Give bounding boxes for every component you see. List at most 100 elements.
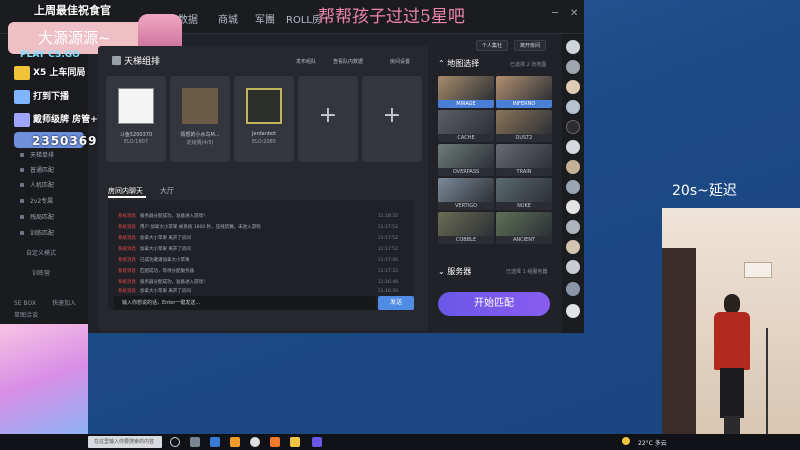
person-coat: [714, 312, 750, 370]
taskbar-app-icon[interactable]: [230, 437, 240, 447]
map-preview-image: [438, 212, 494, 236]
map-tile-ancient[interactable]: ANCIENT: [496, 212, 552, 244]
folder-icon[interactable]: [290, 437, 300, 447]
award-text: 打到下播: [33, 92, 70, 102]
friend-avatar[interactable]: [566, 260, 580, 274]
sidebar-dot-icon: [20, 199, 24, 203]
sidebar-item-normal[interactable]: 普通匹配: [0, 163, 88, 178]
map-tile-inferno[interactable]: INFERNO: [496, 76, 552, 108]
sidebar-item-training[interactable]: 训练匹配: [0, 226, 88, 241]
map-preview-image: [438, 76, 494, 100]
friend-avatar[interactable]: [566, 140, 580, 154]
friend-avatar[interactable]: [566, 180, 580, 194]
tab-room-chat[interactable]: 房间内聊天: [108, 186, 143, 196]
friend-avatar[interactable]: [566, 120, 580, 134]
map-preview-image: [496, 178, 552, 202]
tab-underline: [108, 196, 146, 198]
personal-club-button[interactable]: 个人集社: [476, 40, 509, 51]
start-match-button[interactable]: 开始匹配: [438, 292, 550, 316]
lobby-title-text: 天梯组排: [124, 57, 161, 67]
steam-icon[interactable]: [210, 437, 220, 447]
player-slot-3[interactable]: Jerdanbot ELO:2085: [234, 76, 294, 162]
map-preview-image: [496, 110, 552, 134]
sidebar-item-bot[interactable]: 人机匹配: [0, 178, 88, 193]
award-text: 戴师级牌 房管+微: [33, 115, 107, 125]
taskbar-weather: 22°C 多云: [638, 440, 667, 447]
map-label: VERTIGO: [438, 202, 494, 210]
chat-sys-tag: 系统消息: [118, 269, 136, 274]
chat-text: 已成功邀请加拿大小苹果: [140, 258, 190, 263]
sidebar-item-camp[interactable]: 训练营: [0, 268, 88, 280]
nav-item-army[interactable]: 军團: [255, 11, 275, 26]
map-select-title-text: 地图选择: [447, 59, 480, 68]
chat-message: 系统消息 加拿大小苹果 离开了房间 11:17:52: [118, 245, 408, 255]
friend-avatar[interactable]: [566, 80, 580, 94]
friend-avatar[interactable]: [566, 220, 580, 234]
sidebar-item-label: 2v2专属: [30, 198, 54, 205]
chat-message: 系统消息 匹配成功，等待分配服务器 11:17:33: [118, 267, 408, 277]
friend-avatar[interactable]: [566, 304, 580, 318]
empty-slot-5[interactable]: +: [362, 76, 422, 162]
sidebar-sketch[interactable]: 草图洽谈: [0, 310, 88, 322]
tab-lobby[interactable]: 大厅: [160, 186, 174, 196]
map-tile-cobble[interactable]: COBBLE: [438, 212, 494, 244]
map-label: CACHE: [438, 134, 494, 142]
task-view-icon[interactable]: [170, 437, 180, 447]
nav-item-mall[interactable]: 商城: [218, 11, 238, 26]
browser-icon[interactable]: [250, 437, 260, 447]
close-icon[interactable]: ✕: [570, 8, 578, 19]
taskbar-app-icon[interactable]: [190, 437, 200, 447]
friend-avatar[interactable]: [566, 200, 580, 214]
map-tile-train[interactable]: TRAIN: [496, 144, 552, 176]
friend-avatar[interactable]: [566, 100, 580, 114]
chat-text: 服务器分配成功，准备进入游戏！: [140, 214, 208, 219]
leave-room-button[interactable]: 离开房间: [514, 40, 547, 51]
sidebar-quick-join[interactable]: 快速加入: [0, 298, 88, 310]
map-tile-dust2[interactable]: DUST2: [496, 110, 552, 142]
chat-sys-tag: 系统消息: [118, 214, 136, 219]
sidebar-item-2v2[interactable]: 2v2专属: [0, 194, 88, 209]
person-head: [724, 294, 740, 314]
add-player-icon: +: [382, 103, 402, 128]
chat-text: 匹配成功，等待分配服务器: [140, 269, 194, 274]
webcam-feed: [662, 208, 800, 434]
sidebar-item-endgame[interactable]: 残局匹配: [0, 210, 88, 225]
publish-team-button[interactable]: 发布组队: [296, 58, 316, 65]
map-tile-cache[interactable]: CACHE: [438, 110, 494, 142]
chat-message: 系统消息 加拿大小苹果 离开了房间 11:17:52: [118, 234, 408, 244]
chat-text: 用户 加拿大小苹果 被系统 1800 秒，压线禁赛，未进入游戏: [140, 225, 261, 230]
chat-sys-tag: 系统消息: [118, 225, 136, 230]
play-label: PLAY CS.GO: [20, 50, 80, 60]
chat-text: 加拿大小苹果 离开了房间: [140, 289, 191, 294]
sidebar-item-ranked-solo[interactable]: 天梯单排: [0, 148, 88, 163]
map-tile-mirage[interactable]: MIRAGE: [438, 76, 494, 108]
chat-message: 系统消息 用户 加拿大小苹果 被系统 1800 秒，压线禁赛，未进入游戏 11:17…: [118, 223, 408, 233]
map-tile-overpass[interactable]: OVERPASS: [438, 144, 494, 176]
friend-avatar[interactable]: [566, 160, 580, 174]
nav-item-roll[interactable]: ROLL房: [286, 11, 322, 26]
sidebar-dot-icon: [20, 153, 24, 157]
send-button[interactable]: 发送: [378, 296, 414, 310]
sidebar-item-custom[interactable]: 自定义模式: [0, 248, 88, 260]
minimize-icon[interactable]: ─: [552, 8, 558, 19]
room-settings-button[interactable]: 房间设置: [390, 58, 410, 65]
map-label: COBBLE: [438, 236, 494, 244]
player-slot-2[interactable]: 情怒的小水鸟M... 定级赛(4/5): [170, 76, 230, 162]
chat-input[interactable]: 输入你想说的话，Enter一键发送...: [114, 296, 376, 310]
empty-slot-4[interactable]: +: [298, 76, 358, 162]
friend-avatar[interactable]: [566, 40, 580, 54]
map-tile-vertigo[interactable]: VERTIGO: [438, 178, 494, 210]
player-name: Jerdanbot: [251, 131, 277, 137]
player-elo: ELO:1807: [123, 139, 149, 145]
taskbar-app-icon[interactable]: [270, 437, 280, 447]
server-count: 已选择 1 组服务器: [506, 269, 548, 275]
taskbar-search-input[interactable]: 在这里输入你要搜索的内容: [88, 436, 162, 448]
5e-app-icon[interactable]: [312, 437, 322, 447]
map-label: TRAIN: [496, 168, 552, 176]
player-slot-1[interactable]: 斗鱼5200370 ELO:1807: [106, 76, 166, 162]
friend-avatar[interactable]: [566, 240, 580, 254]
map-tile-nuke[interactable]: NUKE: [496, 178, 552, 210]
friend-avatar[interactable]: [566, 282, 580, 296]
view-team-data-button[interactable]: 查看队内数据: [333, 58, 363, 65]
friend-avatar[interactable]: [566, 60, 580, 74]
